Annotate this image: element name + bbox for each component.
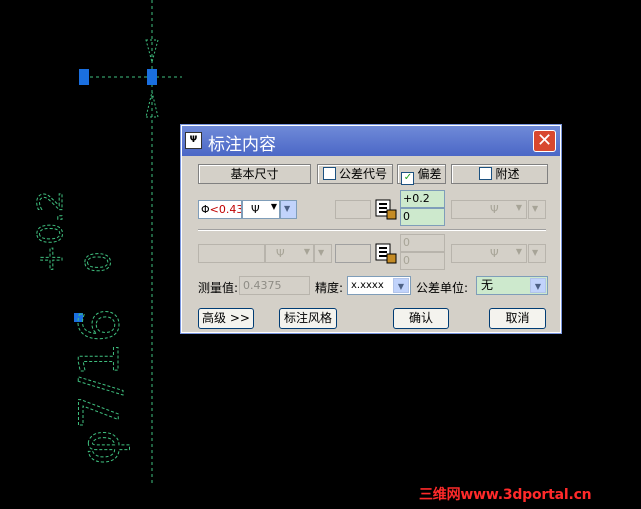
annotation-style-button[interactable]: 标注风格 xyxy=(279,308,337,329)
ok-button[interactable]: 确认 xyxy=(393,308,449,329)
chevron-down-icon: ▼ xyxy=(532,248,539,257)
symbol-combo-2[interactable]: Ψ ▼ xyxy=(265,244,314,263)
dimension-superscript: +0.2 xyxy=(31,190,71,273)
dimension-subscript: 0 xyxy=(79,251,119,273)
tolerance-unit-select-value: 无 xyxy=(481,278,494,292)
upper-deviation-input-2[interactable]: 0 xyxy=(400,234,445,252)
annotation-content-dialog: Ψ 标注内容 ✕ 基本尺寸 公差代号 ✓偏差 附述 Φ<0.43750 Ψ ▼ … xyxy=(180,124,562,334)
tolerance-code-checkbox-box[interactable] xyxy=(322,167,336,180)
chevron-down-icon[interactable]: ▼ xyxy=(516,247,522,256)
attached-symbol-value: Ψ xyxy=(490,203,499,216)
chevron-down-icon[interactable]: ▼ xyxy=(304,247,310,256)
attached-text-checkbox-box[interactable] xyxy=(479,167,493,180)
attached-dropdown-button-2[interactable]: ▼ xyxy=(528,244,546,263)
cancel-button[interactable]: 取消 xyxy=(489,308,546,329)
upper-deviation-input[interactable]: +0.2 xyxy=(400,190,445,208)
lower-deviation-input-2[interactable]: 0 xyxy=(400,252,445,270)
tolerance-unit-select[interactable]: 无 ▼ xyxy=(476,276,548,295)
deviation-checkbox-box[interactable]: ✓ xyxy=(401,172,415,185)
basic-size-input[interactable]: Φ<0.43750 xyxy=(198,200,242,219)
attached-symbol-combo-2[interactable]: Ψ ▼ xyxy=(451,244,527,263)
tolerance-query-icon[interactable] xyxy=(374,197,398,221)
chevron-down-icon: ▼ xyxy=(318,248,325,257)
grip-center xyxy=(147,69,157,85)
symbol-dropdown-button-2[interactable]: ▼ xyxy=(314,244,332,263)
tolerance-code-input[interactable] xyxy=(335,200,371,219)
precision-select-value: x.xxxx xyxy=(351,280,384,291)
close-button[interactable]: ✕ xyxy=(533,130,556,152)
tolerance-code-input-2[interactable] xyxy=(335,244,371,263)
dialog-title: 标注内容 xyxy=(208,135,276,155)
symbol-combo-2-value: Ψ xyxy=(276,247,285,260)
tolerance-code-checkbox[interactable]: 公差代号 xyxy=(317,164,393,184)
chevron-down-icon[interactable]: ▼ xyxy=(530,278,546,293)
basic-size-value: <0.43750 xyxy=(209,203,241,216)
attached-dropdown-button[interactable]: ▼ xyxy=(528,200,546,219)
tolerance-query-icon-2[interactable] xyxy=(374,241,398,265)
attached-symbol-combo[interactable]: Ψ ▼ xyxy=(451,200,527,219)
advanced-button[interactable]: 高级 >> xyxy=(198,308,254,329)
dialog-titlebar[interactable]: Ψ 标注内容 ✕ xyxy=(182,126,560,156)
watermark: 三维网www.3dportal.cn xyxy=(419,487,592,503)
chevron-down-icon: ▼ xyxy=(284,204,291,213)
precision-label: 精度: xyxy=(315,281,344,295)
row-separator xyxy=(198,229,546,231)
symbol-dropdown-button[interactable]: ▼ xyxy=(280,200,297,219)
dialog-body: 基本尺寸 公差代号 ✓偏差 附述 Φ<0.43750 Ψ ▼ ▼ xyxy=(181,157,561,333)
app-icon: Ψ xyxy=(185,132,202,149)
deviation-label: 偏差 xyxy=(417,167,442,181)
chevron-down-icon[interactable]: ▼ xyxy=(516,203,522,212)
chevron-down-icon: ▼ xyxy=(532,204,539,213)
symbol-combo[interactable]: Ψ ▼ xyxy=(242,200,280,219)
tolerance-code-label: 公差代号 xyxy=(338,167,387,181)
deviation-checkbox[interactable]: ✓ 偏差 xyxy=(397,164,446,185)
diameter-prefix: Φ xyxy=(201,203,210,216)
precision-select[interactable]: x.xxxx ▼ xyxy=(347,276,411,295)
grip-left xyxy=(79,69,89,85)
dimension-text: φ7/16 xyxy=(68,308,131,465)
measured-value-label: 测量值: xyxy=(198,281,239,295)
tab-basic-size[interactable]: 基本尺寸 xyxy=(198,164,311,184)
measured-value-field: 0.4375 xyxy=(239,276,310,295)
attached-text-checkbox[interactable]: 附述 xyxy=(451,164,548,184)
attached-symbol-2-value: Ψ xyxy=(490,247,499,260)
chevron-down-icon[interactable]: ▼ xyxy=(393,278,409,293)
lower-deviation-input[interactable]: 0 xyxy=(400,208,445,226)
tolerance-unit-label: 公差单位: xyxy=(416,281,469,295)
attached-text-label: 附述 xyxy=(495,167,520,181)
basic-size-input-2[interactable] xyxy=(198,244,265,263)
chevron-down-icon[interactable]: ▼ xyxy=(271,202,277,211)
symbol-combo-value: Ψ xyxy=(251,203,260,216)
